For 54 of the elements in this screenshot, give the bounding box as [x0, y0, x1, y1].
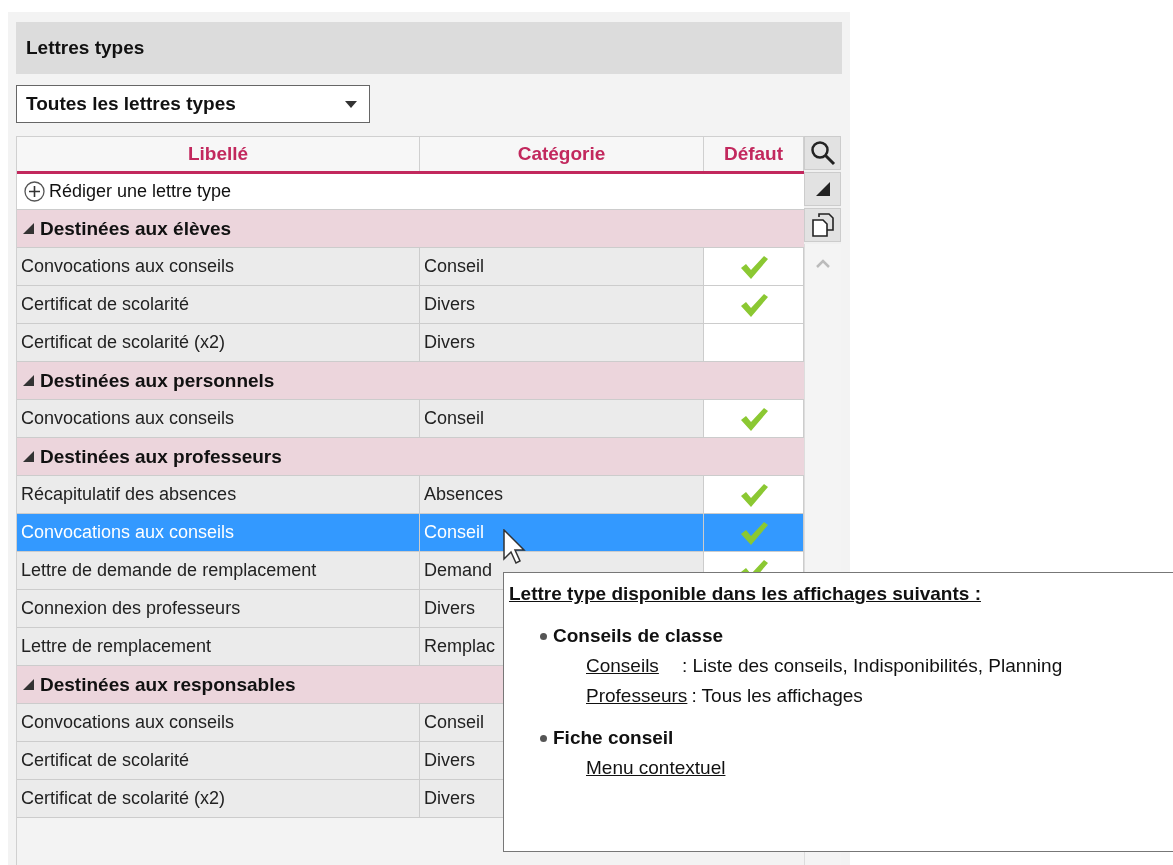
table-cell[interactable]: Certificat de scolarité: [17, 286, 420, 323]
triangle-icon: [815, 182, 830, 196]
default-cell[interactable]: [704, 248, 804, 285]
table-cell[interactable]: Absences: [420, 476, 704, 513]
group-label: Destinées aux élèves: [40, 217, 232, 240]
plus-icon: [24, 181, 45, 202]
group-label: Destinées aux personnels: [40, 369, 275, 392]
table-cell[interactable]: Certificat de scolarité (x2): [17, 780, 420, 817]
group-header[interactable]: Destinées aux personnels: [17, 362, 804, 400]
group-label: Destinées aux professeurs: [40, 445, 282, 468]
copy-icon: [811, 213, 834, 237]
copy-button[interactable]: [804, 208, 841, 242]
search-icon: [809, 140, 836, 166]
panel-title: Lettres types: [16, 22, 842, 74]
caret-icon: [345, 100, 357, 108]
check-icon: [738, 519, 769, 546]
bullet-icon: [540, 734, 547, 742]
group-header[interactable]: Destinées aux élèves: [17, 210, 804, 248]
table-cell[interactable]: Certificat de scolarité (x2): [17, 324, 420, 361]
table-cell[interactable]: Divers: [420, 286, 704, 323]
scroll-up-icon[interactable]: [815, 258, 831, 268]
sort-button[interactable]: [804, 172, 841, 206]
table-cell[interactable]: Convocations aux conseils: [17, 248, 420, 285]
display-link[interactable]: Professeurs: [586, 685, 688, 707]
table-cell[interactable]: Conseil: [420, 400, 704, 437]
check-icon: [738, 405, 769, 432]
table-cell[interactable]: Lettre de demande de remplacement: [17, 552, 420, 589]
add-letter-button[interactable]: Rédiger une lettre type: [17, 174, 804, 210]
section-heading: Conseils de classe: [553, 625, 724, 647]
default-cell[interactable]: [704, 400, 804, 437]
filter-dropdown[interactable]: Toutes les lettres types: [16, 85, 370, 123]
check-icon: [738, 291, 769, 318]
table-cell[interactable]: Certificat de scolarité: [17, 742, 420, 779]
table-cell[interactable]: Convocations aux conseils: [17, 400, 420, 437]
default-cell[interactable]: [704, 286, 804, 323]
display-link[interactable]: Menu contextuel: [586, 757, 726, 779]
group-header[interactable]: Destinées aux professeurs: [17, 438, 804, 476]
table-cell[interactable]: Convocations aux conseils: [17, 704, 420, 741]
bullet-icon: [540, 632, 547, 640]
check-icon: [738, 253, 769, 280]
section-heading: Fiche conseil: [553, 727, 674, 749]
table-cell[interactable]: Récapitulatif des absences: [17, 476, 420, 513]
table-cell[interactable]: Conseil: [420, 248, 704, 285]
column-header[interactable]: Catégorie: [420, 137, 704, 171]
table-cell[interactable]: Divers: [420, 324, 704, 361]
table-cell[interactable]: Connexion des professeurs: [17, 590, 420, 627]
default-cell[interactable]: [704, 514, 804, 551]
default-cell[interactable]: [704, 324, 804, 361]
search-button[interactable]: [804, 136, 841, 170]
table-cell[interactable]: Lettre de remplacement: [17, 628, 420, 665]
check-icon: [738, 481, 769, 508]
group-label: Destinées aux responsables: [40, 673, 296, 696]
column-header[interactable]: Libellé: [17, 137, 420, 171]
default-cell[interactable]: [704, 476, 804, 513]
